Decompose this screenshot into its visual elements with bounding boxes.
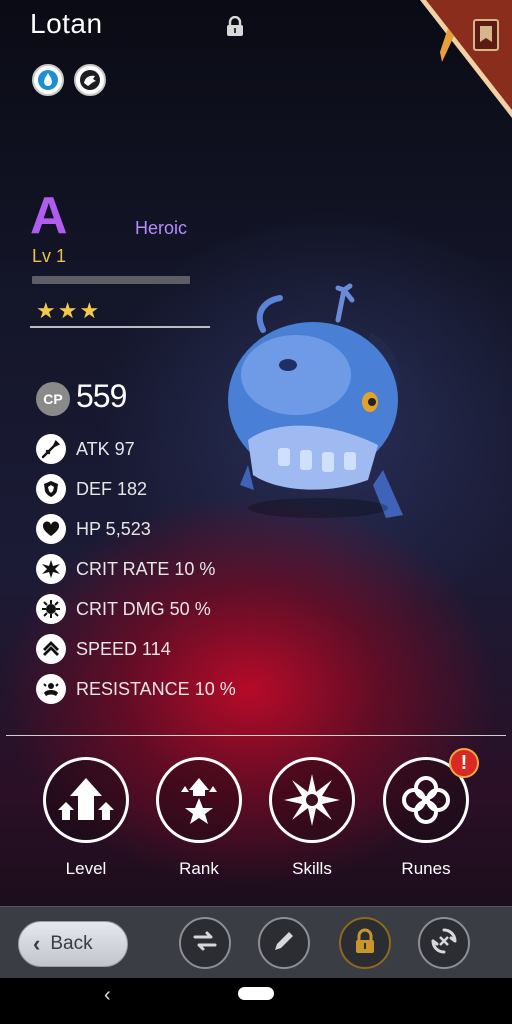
section-divider	[6, 735, 506, 736]
back-button[interactable]: ‹ Back	[18, 921, 128, 967]
swap-button[interactable]	[179, 917, 231, 969]
stat-label: ATK 97	[76, 438, 135, 459]
recycle-icon	[429, 926, 459, 961]
crit-rate-icon	[36, 554, 66, 584]
rank-star-icon	[156, 757, 242, 843]
system-navigation-bar	[0, 978, 512, 1024]
system-back-icon[interactable]: ‹	[104, 984, 111, 1007]
divider-line	[30, 326, 210, 328]
level-label: Lv 1	[32, 246, 67, 266]
grade-letter: A	[30, 187, 68, 245]
stat-label: SPEED 114	[76, 638, 171, 659]
chevron-left-icon: ‹	[33, 931, 41, 956]
stat-resistance: RESISTANCE 10 %	[36, 674, 236, 704]
skills-burst-icon	[269, 757, 355, 843]
action-label: Skills	[292, 859, 332, 878]
stat-label: CRIT DMG 50 %	[76, 598, 211, 619]
stat-hp: HP 5,523	[36, 514, 151, 544]
water-drop-icon[interactable]	[32, 64, 64, 96]
xp-progress-bar	[32, 276, 190, 284]
rank-button[interactable]: Rank	[153, 757, 245, 879]
lock-icon[interactable]	[226, 15, 244, 36]
stat-atk: ATK 97	[36, 434, 135, 464]
creature-type-icon[interactable]	[74, 64, 106, 96]
stat-def: DEF 182	[36, 474, 147, 504]
monster-illustration	[218, 280, 418, 530]
monster-book-icon[interactable]	[412, 0, 512, 120]
back-label: Back	[50, 933, 93, 954]
cp-value: 559	[76, 378, 127, 414]
action-label: Level	[65, 859, 107, 878]
lock-button[interactable]	[339, 917, 391, 969]
runes-alert-badge: !	[449, 748, 479, 778]
stat-crit-rate: CRIT RATE 10 %	[36, 554, 215, 584]
stat-speed: SPEED 114	[36, 634, 171, 664]
star-rating: ★★★	[36, 298, 102, 323]
stat-crit-dmg: CRIT DMG 50 %	[36, 594, 211, 624]
stat-label: DEF 182	[76, 478, 148, 499]
recycle-button[interactable]	[418, 917, 470, 969]
shield-icon	[36, 474, 66, 504]
crit-dmg-icon	[36, 594, 66, 624]
action-label: Rank	[179, 859, 219, 878]
edit-pencil-icon	[271, 928, 297, 959]
stat-label: HP 5,523	[76, 518, 151, 539]
monster-name: Lotan	[30, 8, 103, 39]
stat-label: CRIT RATE 10 %	[76, 558, 216, 579]
cp-badge: CP	[36, 382, 70, 416]
level-up-arrows-icon	[43, 757, 129, 843]
sword-icon	[36, 434, 66, 464]
stat-label: RESISTANCE 10 %	[76, 678, 236, 699]
lock-icon	[353, 928, 377, 959]
level-button[interactable]: Level	[40, 757, 132, 879]
skills-button[interactable]: Skills	[266, 757, 358, 879]
swap-icon	[191, 927, 219, 960]
rarity-label: Heroic	[135, 218, 188, 238]
speed-icon	[36, 634, 66, 664]
edit-button[interactable]	[258, 917, 310, 969]
resistance-icon	[36, 674, 66, 704]
action-label: Runes	[401, 859, 451, 878]
system-home-pill[interactable]	[238, 987, 274, 1000]
heart-icon	[36, 514, 66, 544]
